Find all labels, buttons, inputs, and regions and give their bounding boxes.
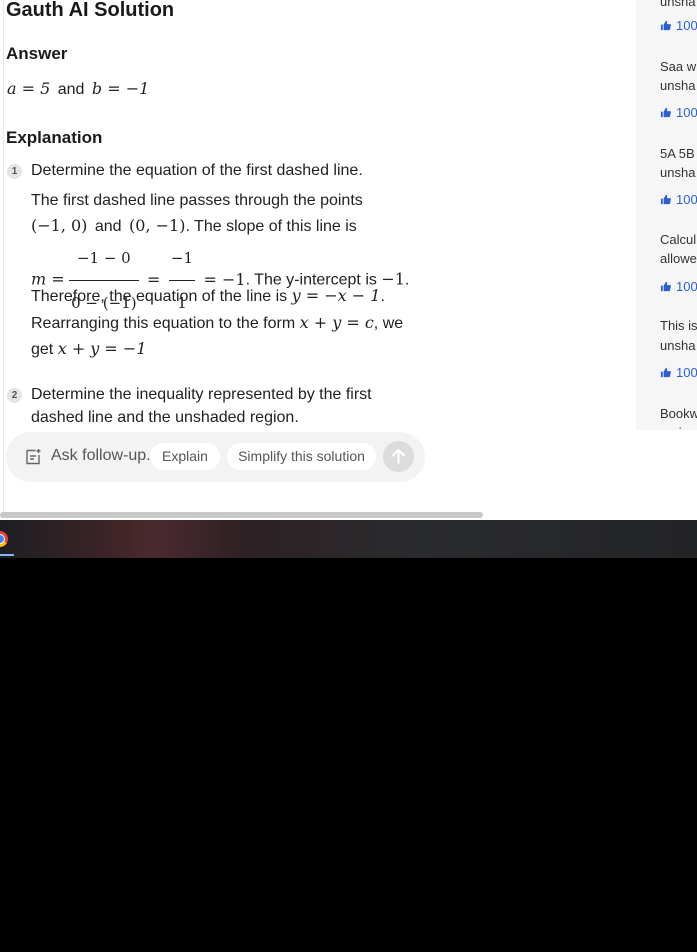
step-1-slope-text: . The slope of this line is	[185, 218, 357, 235]
step-1-line-5: Rearranging this equation to the form x …	[31, 313, 403, 334]
slope-fraction-1: −1 − 0 0 − (−1)	[69, 238, 139, 323]
step-1-title: Determine the equation of the first dash…	[31, 162, 363, 179]
step-2-number: 2	[7, 388, 22, 403]
related-item-5-likes: 100	[660, 365, 697, 380]
step-1-line-1: The first dashed line passes through the…	[31, 192, 363, 209]
line-equation-period: .	[380, 288, 385, 305]
result-equation: x + y = −1	[57, 339, 147, 358]
step-1-line-4: Therefore, the equation of the line is y…	[31, 286, 385, 307]
related-item-3-line-2[interactable]: unsha	[660, 163, 695, 182]
thumbs-up-icon	[660, 20, 671, 31]
follow-up-bar: Ask follow-up... Explain Simplify this s…	[6, 432, 425, 482]
related-item-4-line-2[interactable]: allowe	[660, 249, 697, 268]
active-app-indicator	[0, 554, 14, 556]
explain-chip[interactable]: Explain	[150, 443, 220, 470]
related-item-2-likes: 100	[660, 105, 697, 120]
fraction-2-numerator: −1	[168, 238, 196, 281]
step-1-line-3: m = −1 − 0 0 − (−1) = −1 1 = −1. The y-i…	[31, 238, 409, 312]
related-item-5-line-1[interactable]: This is	[660, 316, 697, 335]
related-item-5-line-2[interactable]: unsha	[660, 336, 695, 355]
likes-count: 100	[676, 105, 697, 120]
answer-b: b = −1	[91, 79, 150, 98]
related-item-6-line-1[interactable]: Bookw	[660, 404, 697, 423]
rearrange-text: Rearranging this equation to the form	[31, 315, 296, 332]
point-1: (−1, 0)	[31, 216, 88, 235]
fraction-1-numerator: −1 − 0	[69, 238, 139, 281]
step-2-title-line-1: Determine the inequality represented by …	[31, 386, 372, 403]
related-item-4-line-1[interactable]: Calcul	[660, 230, 696, 249]
likes-count: 100	[676, 18, 697, 33]
step-1-and: and	[94, 218, 122, 235]
thumbs-up-icon	[660, 367, 671, 378]
related-item-3-line-1[interactable]: 5A 5B	[660, 144, 695, 163]
horizontal-scrollbar[interactable]	[0, 512, 483, 518]
likes-count: 100	[676, 365, 697, 380]
solution-panel: Gauth AI Solution Answer a = 5 and b = −…	[0, 0, 630, 430]
step-1-line-6: get x + y = −1	[31, 339, 147, 360]
related-item-6-line-2[interactable]: region	[660, 423, 696, 430]
browser-content: Gauth AI Solution Answer a = 5 and b = −…	[0, 0, 697, 520]
related-item-1-likes: 100	[660, 18, 697, 33]
taskbar	[0, 520, 697, 558]
likes-count: 100	[676, 192, 697, 207]
thumbs-up-icon	[660, 281, 671, 292]
form-equation: x + y = c	[299, 313, 374, 332]
thumbs-up-icon	[660, 194, 671, 205]
answer-heading: Answer	[6, 44, 68, 63]
follow-up-input[interactable]: Ask follow-up...	[51, 447, 159, 465]
page-title: Gauth AI Solution	[6, 0, 175, 21]
answer-a: a = 5	[7, 79, 51, 98]
step-1-line-2: (−1, 0) and (0, −1). The slope of this l…	[31, 216, 357, 237]
thumbs-up-icon	[660, 107, 671, 118]
follow-up-icon	[26, 449, 41, 465]
step-2-title-line-2: dashed line and the unshaded region.	[31, 409, 299, 426]
related-questions-sidebar: unsha 100 Saa w unsha 100 5A 5B unsha 10…	[636, 0, 697, 430]
send-button[interactable]	[383, 441, 414, 472]
step-1-number: 1	[7, 164, 22, 179]
chrome-icon[interactable]	[0, 531, 8, 547]
related-item-3-likes: 100	[660, 192, 697, 207]
related-item-2-line-2[interactable]: unsha	[660, 76, 695, 95]
send-arrow-icon	[392, 449, 405, 464]
line-equation: y = −x − 1	[291, 286, 381, 305]
related-item-1-text[interactable]: unsha	[660, 0, 695, 11]
slope-fraction-2: −1 1	[168, 238, 196, 323]
intercept-period: .	[404, 271, 410, 289]
point-2: (0, −1)	[129, 216, 186, 235]
answer-value: a = 5 and b = −1	[7, 79, 149, 99]
related-item-2-line-1[interactable]: Saa w	[660, 57, 696, 76]
explanation-heading: Explanation	[6, 128, 103, 147]
related-item-4-likes: 100	[660, 279, 697, 294]
simplify-solution-chip[interactable]: Simplify this solution	[227, 443, 376, 470]
line-equation-text: Therefore, the equation of the line is	[31, 288, 288, 305]
answer-and: and	[57, 81, 85, 98]
likes-count: 100	[676, 279, 697, 294]
get-text: get	[31, 341, 54, 358]
rearrange-tail: , we	[373, 315, 404, 332]
